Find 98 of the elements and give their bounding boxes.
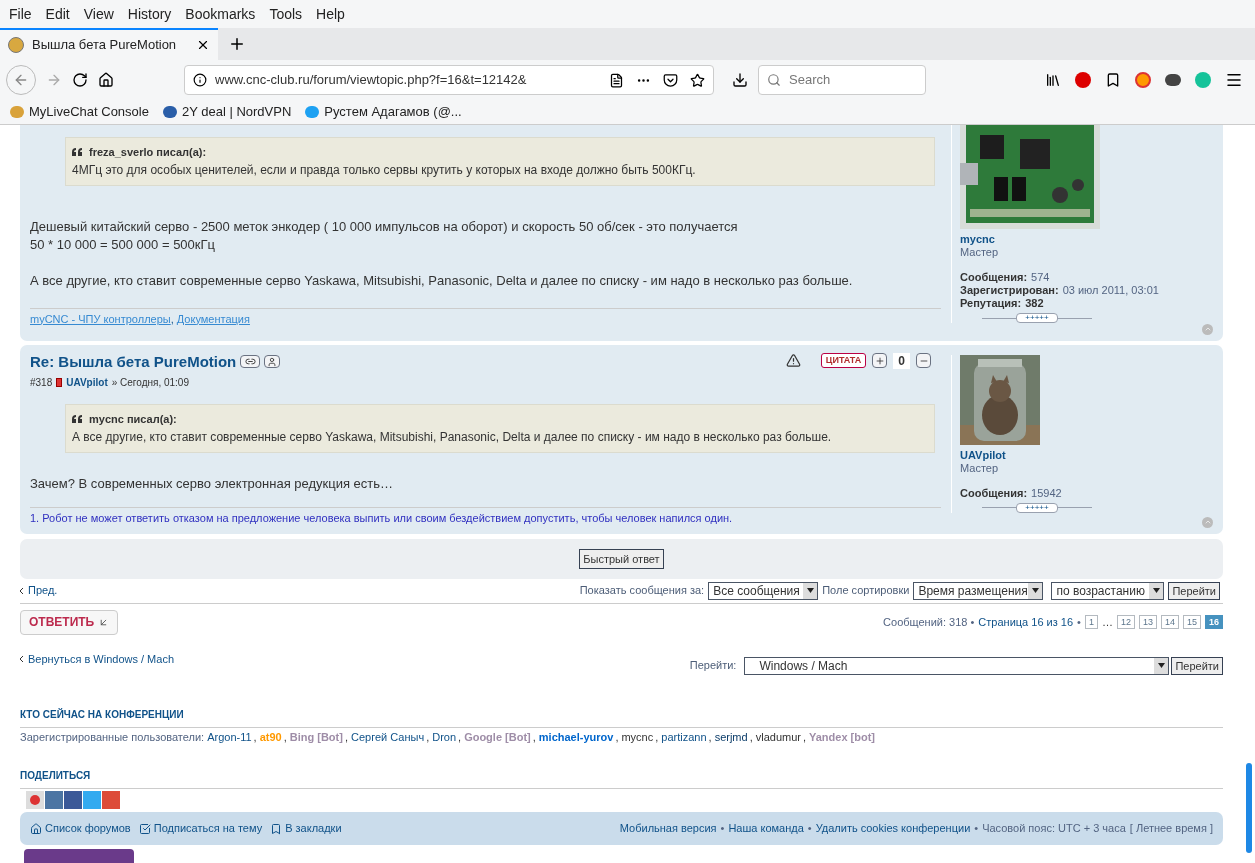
menu-item[interactable]: View	[78, 3, 119, 25]
user-link[interactable]: Argon-11	[207, 729, 252, 744]
separator: ,	[655, 729, 659, 744]
user-link[interactable]: mycnc	[621, 729, 654, 744]
quote-text: 4МГц это для особых ценителей, если и правда только сервы крутить у которых на входе должно быть 500КГц.	[72, 161, 697, 179]
menu-item[interactable]: History	[122, 3, 177, 25]
reputation-bar: +++++	[1016, 502, 1058, 513]
separator: ,	[458, 729, 462, 744]
go-button[interactable]: Перейти	[1168, 581, 1220, 600]
menu-item[interactable]: File	[4, 3, 37, 25]
ellipsis: …	[1101, 614, 1113, 630]
footer-link[interactable]: Наша команда	[728, 820, 804, 837]
post-text: Дешевый китайский серво - 2500 меток энкодер ( 10 000 импульсов на оборот) и скорость 50 об/сек - это получается 50 * 10 000 = 500 000 = 500кГц	[30, 217, 739, 254]
show-select[interactable]: Все сообщения	[708, 581, 819, 600]
post-text: Зачем? В современных серво электронная редукция есть…	[30, 474, 395, 493]
show-label: Показать сообщения за:	[579, 583, 705, 599]
bookmark-item[interactable]: Рустем Адагамов (@...	[324, 102, 462, 122]
menu-item[interactable]: Help	[311, 3, 350, 25]
separator: ,	[344, 729, 348, 744]
bullet: •	[1077, 614, 1081, 630]
page-link[interactable]: 1	[1084, 615, 1098, 630]
footer-link[interactable]: Мобильная версия	[619, 820, 717, 837]
menu-item[interactable]: Bookmarks	[180, 3, 261, 25]
jump-button[interactable]: Перейти	[1171, 656, 1223, 675]
stat-value: 574	[1031, 271, 1050, 284]
separator: ,	[802, 729, 806, 744]
stat-value: 03 июл 2011, 03:01	[1062, 284, 1159, 297]
user-link[interactable]: partizann	[661, 729, 707, 744]
separator: ,	[170, 311, 174, 327]
post-title[interactable]: Re: Вышла бета PureMotion	[30, 350, 237, 374]
quote-button[interactable]: ЦИТАТА	[820, 353, 867, 369]
sort-select[interactable]: Время размещения	[913, 581, 1044, 600]
bookmark-item[interactable]: MyLiveChat Console	[29, 102, 149, 122]
user-name[interactable]: UAVpilot	[960, 448, 1006, 462]
reply-button[interactable]: ОТВЕТИТЬ	[20, 609, 119, 635]
separator: ,	[615, 729, 619, 744]
tab-title: Вышла бета PureMotion	[32, 36, 178, 55]
stat-value: 382	[1025, 297, 1044, 310]
user-link[interactable]: serjmd	[714, 729, 748, 744]
bookmark-item[interactable]: 2Y deal | NordVPN	[181, 102, 292, 122]
page-link[interactable]: 14	[1160, 615, 1179, 630]
footer-link[interactable]: Список форумов	[45, 820, 131, 837]
post-time: » Сегодня, 01:09	[111, 376, 189, 391]
stat-value: 15942	[1031, 486, 1062, 500]
footer-link[interactable]: Удалить cookies конференции	[815, 820, 971, 837]
quote-author: freza_sverlo писал(а):	[89, 145, 207, 160]
quote-author: mycnc писал(а):	[89, 412, 177, 428]
jump-select[interactable]: Windows / Mach	[744, 656, 1170, 675]
page-link[interactable]: 15	[1182, 615, 1201, 630]
footer-link[interactable]: Подписаться на тему	[153, 820, 263, 837]
menu-item[interactable]: Edit	[40, 3, 75, 25]
stat-label: Сообщения:	[960, 486, 1028, 500]
quick-reply-button[interactable]: Быстрый ответ	[579, 549, 664, 570]
section-heading: ПОДЕЛИТЬСЯ	[20, 769, 91, 781]
post-author[interactable]: UAVpilot	[66, 375, 108, 391]
footer-link[interactable]: В закладки	[285, 820, 342, 837]
search-field[interactable]: Search	[758, 65, 926, 95]
user-link[interactable]: vladumur	[755, 729, 801, 744]
quote-text: А все другие, кто ставит современные серво Yaskawa, Mitsubishi, Panasonic, Delta и далее по списку - им надо в несколько раз больше.	[72, 428, 833, 446]
address-bar[interactable]: www.cnc-club.ru/forum/viewtopic.php?f=16&t=12142&	[184, 65, 714, 95]
dst-text: [ Летнее время ]	[1129, 821, 1213, 837]
sort-label: Поле сортировки	[822, 583, 910, 599]
separator: ,	[253, 729, 257, 744]
section-heading: КТО СЕЙЧАС НА КОНФЕРЕНЦИИ	[20, 708, 184, 720]
separator: ,	[283, 729, 287, 744]
menu-item[interactable]: Tools	[264, 3, 308, 25]
user-rank: Мастер	[960, 246, 999, 259]
timezone: Часовой пояс: UTC + 3 часа	[982, 821, 1126, 837]
separator: ,	[426, 729, 430, 744]
reputation-bar: +++++	[1016, 313, 1058, 323]
page-link[interactable]: 12	[1116, 615, 1135, 630]
user-rank: Мастер	[960, 461, 999, 475]
prev-link[interactable]: Пред.	[28, 582, 58, 599]
user-link[interactable]: Сергей Саныч	[351, 729, 425, 744]
bullet: •	[807, 821, 812, 837]
user-link[interactable]: Dron	[432, 729, 457, 744]
page-link[interactable]: 13	[1138, 615, 1157, 630]
user-name[interactable]: mycnc	[960, 233, 995, 246]
post-number: #318	[30, 376, 53, 391]
separator: ,	[532, 729, 536, 744]
jump-label: Перейти:	[689, 658, 737, 674]
bullet: •	[974, 821, 979, 837]
online-label: Зарегистрированные пользователи:	[20, 729, 205, 744]
user-link[interactable]: michael-yurov	[538, 729, 614, 744]
bullet: •	[720, 821, 725, 837]
score: 0	[893, 352, 910, 369]
signature-text: 1. Робот не может ответить отказом на предложение человека выпить или своим бездействием допустить, чтобы человек напился один.	[30, 510, 733, 526]
post-count: Сообщений: 318 •	[883, 614, 975, 630]
browser-tab[interactable]: Вышла бета PureMotion	[0, 28, 218, 60]
stat-label: Сообщения:	[960, 271, 1028, 284]
stat-label: Зарегистрирован:	[960, 284, 1059, 297]
page-text: Страница 16 из 16	[978, 614, 1074, 630]
order-select[interactable]: по возрастанию	[1051, 581, 1165, 600]
back-link[interactable]: Вернуться в Windows / Mach	[28, 650, 175, 668]
separator: ,	[749, 729, 753, 744]
separator: ,	[708, 729, 712, 744]
post-text: А все другие, кто ставит современные серво Yaskawa, Mitsubishi, Panasonic, Delta и далее по списку - им надо в несколько раз больше.	[30, 271, 854, 290]
stat-label: Репутация:	[960, 297, 1022, 310]
